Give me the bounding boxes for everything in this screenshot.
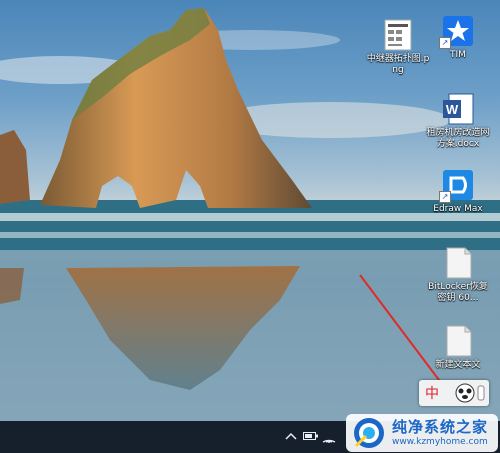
desktop[interactable]: 中继器拓扑图.png ↗ TIM W 租房机房改造网方案.docx ↗ Edra… xyxy=(0,0,500,453)
image-file-icon xyxy=(381,18,415,52)
watermark-title: 纯净系统之家 xyxy=(392,418,489,436)
shortcut-arrow-icon: ↗ xyxy=(439,37,451,49)
watermark-text: 纯净系统之家 www.kzmyhome.com xyxy=(392,418,488,448)
icon-label: Edraw Max xyxy=(433,204,483,214)
icon-label: 租房机房改造网方案.docx xyxy=(426,128,490,149)
icon-label: 新建文本文 xyxy=(435,360,481,370)
battery-icon[interactable] xyxy=(303,431,318,443)
watermark-logo-icon xyxy=(354,418,384,448)
desktop-icon-relay-png[interactable]: 中继器拓扑图.png xyxy=(366,16,430,92)
watermark-url: www.kzmyhome.com xyxy=(392,437,488,447)
ime-mascot-icon xyxy=(455,383,485,403)
ime-toolbar[interactable]: 中 xyxy=(419,380,489,406)
icon-label: TIM xyxy=(450,50,466,60)
icon-label: BitLocker恢复密钥 60... xyxy=(428,282,488,303)
desktop-icon-tim[interactable]: ↗ TIM xyxy=(428,12,488,88)
word-document-icon: W xyxy=(441,92,475,126)
desktop-icon-word-doc[interactable]: W 租房机房改造网方案.docx xyxy=(426,90,490,166)
chevron-up-icon[interactable] xyxy=(284,431,298,443)
shortcut-arrow-icon: ↗ xyxy=(439,191,451,203)
watermark: 纯净系统之家 www.kzmyhome.com xyxy=(346,414,498,452)
text-file-icon xyxy=(441,324,475,358)
ime-mode-indicator[interactable]: 中 xyxy=(425,383,439,403)
text-file-icon xyxy=(441,246,475,280)
svg-text:W: W xyxy=(446,102,459,117)
desktop-icon-edraw[interactable]: ↗ Edraw Max xyxy=(428,166,488,242)
tim-app-icon: ↗ xyxy=(439,14,475,49)
edraw-max-icon: ↗ xyxy=(439,168,475,203)
icon-label: 中继器拓扑图.png xyxy=(366,54,430,75)
wifi-icon[interactable] xyxy=(322,431,336,443)
desktop-icon-bitlocker[interactable]: BitLocker恢复密钥 60... xyxy=(428,244,488,320)
